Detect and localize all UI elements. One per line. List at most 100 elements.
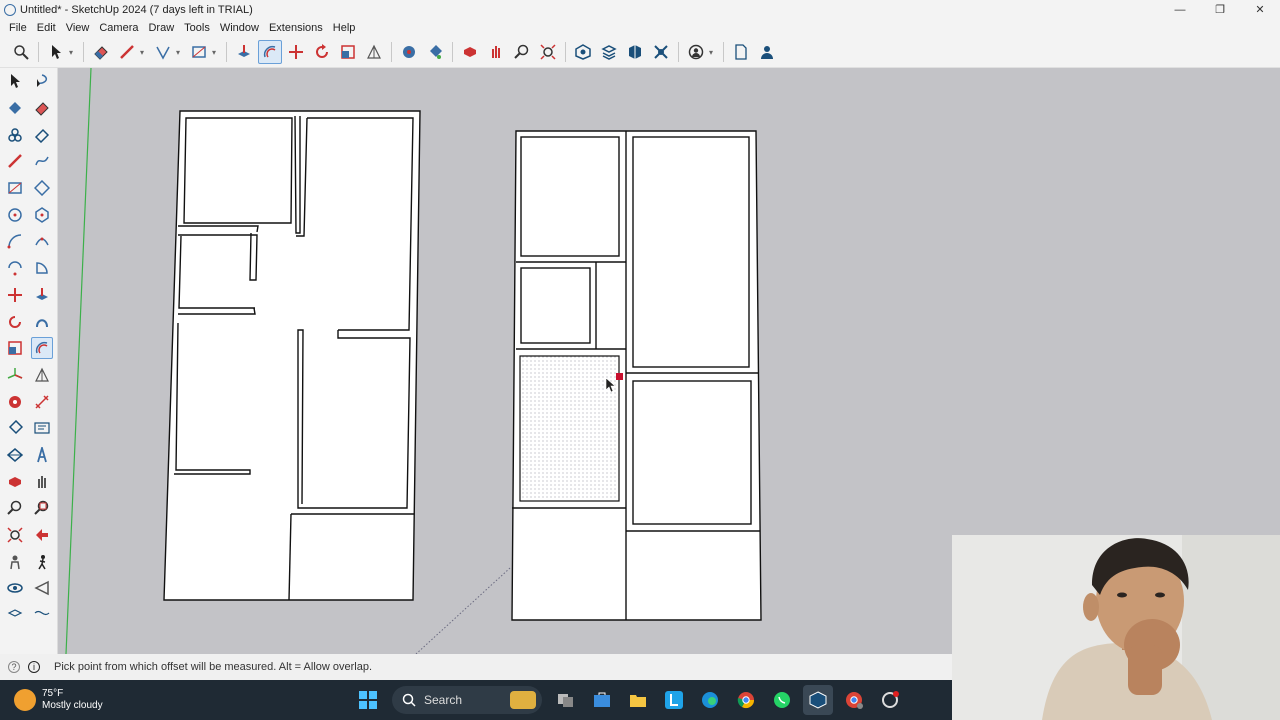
search-icon[interactable] bbox=[9, 40, 33, 64]
eraser-alt-tool-icon[interactable] bbox=[31, 124, 53, 146]
paint-bucket-tool-icon[interactable] bbox=[4, 417, 26, 439]
close-button[interactable]: ✕ bbox=[1240, 0, 1280, 19]
edge-browser-icon[interactable] bbox=[695, 685, 725, 715]
protractor-icon[interactable] bbox=[362, 40, 386, 64]
move-icon[interactable] bbox=[284, 40, 308, 64]
paint-bucket-icon[interactable] bbox=[423, 40, 447, 64]
move-tool-icon[interactable] bbox=[4, 284, 26, 306]
offset-icon[interactable] bbox=[258, 40, 282, 64]
menu-edit[interactable]: Edit bbox=[32, 19, 61, 37]
arc-tool-icon[interactable] bbox=[4, 230, 26, 252]
layers-tool-icon[interactable] bbox=[4, 604, 26, 626]
rotate-icon[interactable] bbox=[310, 40, 334, 64]
menu-tools[interactable]: Tools bbox=[179, 19, 215, 37]
look-around-tool-icon[interactable] bbox=[4, 577, 26, 599]
rectangle-icon[interactable] bbox=[187, 40, 211, 64]
zoom-icon[interactable] bbox=[510, 40, 534, 64]
recording-app-icon[interactable] bbox=[875, 685, 905, 715]
weather-widget[interactable]: 75°F Mostly cloudy bbox=[14, 688, 103, 712]
eraser-icon[interactable] bbox=[89, 40, 113, 64]
chevron-down-icon[interactable]: ▾ bbox=[212, 48, 220, 57]
orbit-tool-icon[interactable] bbox=[4, 471, 26, 493]
components-icon[interactable] bbox=[623, 40, 647, 64]
lasso-tool-icon[interactable] bbox=[31, 70, 53, 92]
axes-tool-icon[interactable] bbox=[4, 364, 26, 386]
line-tool-icon[interactable] bbox=[4, 150, 26, 172]
warehouse-icon[interactable] bbox=[571, 40, 595, 64]
protractor-tool-icon[interactable] bbox=[31, 364, 53, 386]
whatsapp-icon[interactable] bbox=[767, 685, 797, 715]
select-tool-icon[interactable] bbox=[4, 70, 26, 92]
arc-3pt-tool-icon[interactable] bbox=[4, 257, 26, 279]
account-icon[interactable] bbox=[755, 40, 779, 64]
sketchup-taskbar-icon[interactable] bbox=[803, 685, 833, 715]
pan-tool-icon[interactable] bbox=[31, 471, 53, 493]
zoom-window-tool-icon[interactable] bbox=[31, 497, 53, 519]
chrome-profile-icon[interactable] bbox=[839, 685, 869, 715]
menu-file[interactable]: File bbox=[4, 19, 32, 37]
section-plane-tool-icon[interactable] bbox=[4, 444, 26, 466]
previous-view-tool-icon[interactable] bbox=[31, 524, 53, 546]
file-explorer-icon[interactable] bbox=[623, 685, 653, 715]
taskbar-search[interactable]: Search bbox=[392, 686, 542, 714]
push-pull-tool-icon[interactable] bbox=[31, 284, 53, 306]
menu-camera[interactable]: Camera bbox=[94, 19, 143, 37]
floor-plan-left[interactable] bbox=[163, 110, 421, 601]
minimize-button[interactable]: — bbox=[1160, 0, 1200, 19]
new-file-icon[interactable] bbox=[729, 40, 753, 64]
wave-tool-icon[interactable] bbox=[31, 604, 53, 626]
paint-tool-icon[interactable] bbox=[4, 97, 26, 119]
pencil-icon[interactable] bbox=[115, 40, 139, 64]
orbit-icon[interactable] bbox=[458, 40, 482, 64]
windows-start-icon[interactable] bbox=[353, 685, 383, 715]
store-icon[interactable] bbox=[587, 685, 617, 715]
menu-extensions[interactable]: Extensions bbox=[264, 19, 328, 37]
rectangle-tool-icon[interactable] bbox=[4, 177, 26, 199]
3d-text-tool-icon[interactable] bbox=[31, 444, 53, 466]
menu-view[interactable]: View bbox=[61, 19, 95, 37]
task-view-icon[interactable] bbox=[551, 685, 581, 715]
app-l-icon[interactable] bbox=[659, 685, 689, 715]
circle-tool-icon[interactable] bbox=[4, 204, 26, 226]
eraser-tool-icon[interactable] bbox=[31, 97, 53, 119]
extension-icon[interactable] bbox=[597, 40, 621, 64]
arc-2pt-tool-icon[interactable] bbox=[31, 230, 53, 252]
rotate-tool-icon[interactable] bbox=[4, 311, 26, 333]
menu-draw[interactable]: Draw bbox=[143, 19, 179, 37]
chevron-down-icon[interactable]: ▾ bbox=[176, 48, 184, 57]
scale-tool-icon[interactable] bbox=[4, 337, 26, 359]
pie-tool-icon[interactable] bbox=[31, 257, 53, 279]
chevron-down-icon[interactable]: ▾ bbox=[140, 48, 148, 57]
tape-measure-icon[interactable] bbox=[397, 40, 421, 64]
restore-button[interactable]: ❐ bbox=[1200, 0, 1240, 19]
position-camera-tool-icon[interactable] bbox=[4, 551, 26, 573]
select-icon[interactable] bbox=[44, 40, 68, 64]
tape-measure-tool-icon[interactable] bbox=[4, 391, 26, 413]
chevron-down-icon[interactable]: ▾ bbox=[69, 48, 77, 57]
menu-help[interactable]: Help bbox=[328, 19, 361, 37]
profile-icon[interactable] bbox=[684, 40, 708, 64]
push-pull-icon[interactable] bbox=[232, 40, 256, 64]
rotated-rectangle-tool-icon[interactable] bbox=[31, 177, 53, 199]
geo-location-icon[interactable]: ? bbox=[8, 661, 20, 673]
scale-icon[interactable] bbox=[336, 40, 360, 64]
zoom-extents-tool-icon[interactable] bbox=[4, 524, 26, 546]
trimble-icon[interactable] bbox=[649, 40, 673, 64]
chrome-icon[interactable] bbox=[731, 685, 761, 715]
follow-me-tool-icon[interactable] bbox=[31, 311, 53, 333]
polygon-tool-icon[interactable] bbox=[31, 204, 53, 226]
pan-icon[interactable] bbox=[484, 40, 508, 64]
freehand-tool-icon[interactable] bbox=[31, 150, 53, 172]
info-icon[interactable]: i bbox=[28, 661, 40, 673]
zoom-tool-icon[interactable] bbox=[4, 497, 26, 519]
dimension-tool-icon[interactable] bbox=[31, 391, 53, 413]
polyline-icon[interactable] bbox=[151, 40, 175, 64]
offset-tool-icon[interactable] bbox=[30, 337, 53, 360]
tag-tool-icon[interactable] bbox=[4, 124, 26, 146]
chevron-down-icon[interactable]: ▾ bbox=[709, 48, 717, 57]
menu-window[interactable]: Window bbox=[215, 19, 264, 37]
walk-tool-icon[interactable] bbox=[31, 551, 53, 573]
zoom-extents-icon[interactable] bbox=[536, 40, 560, 64]
section-tool-icon[interactable] bbox=[31, 577, 53, 599]
selected-face[interactable] bbox=[519, 355, 620, 502]
